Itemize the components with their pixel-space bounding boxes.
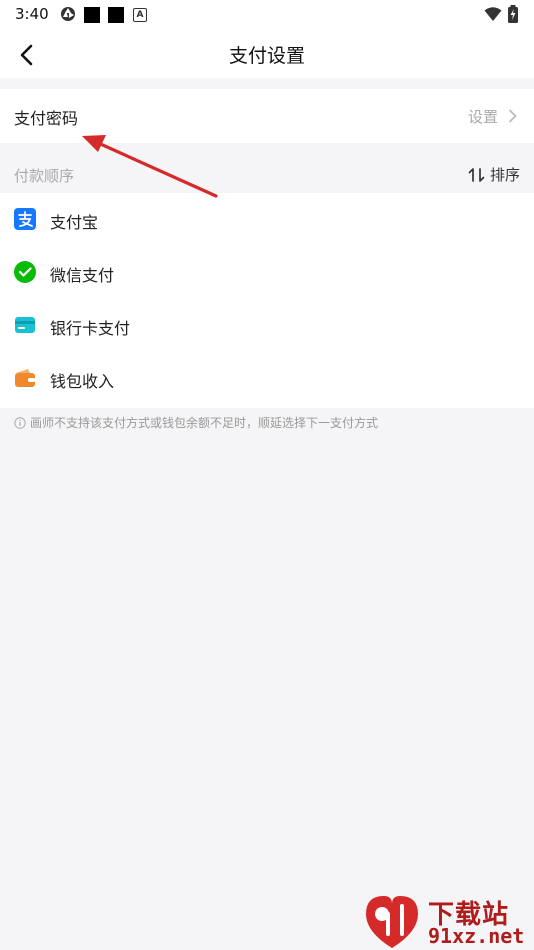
watermark: 下载站 91xz.net xyxy=(362,892,534,950)
status-bar: 3:40 A xyxy=(0,0,534,30)
payment-order-note: 画师不支持该支付方式或钱包余额不足时，顺延选择下一支付方式 xyxy=(14,414,378,431)
payment-order-title: 付款顺序 xyxy=(14,167,75,185)
list-item-label: 微信支付 xyxy=(50,266,115,285)
sort-button[interactable]: 排序 xyxy=(468,164,520,185)
list-item[interactable]: 钱包收入 xyxy=(0,352,534,405)
info-icon xyxy=(14,416,26,429)
list-item-label: 钱包收入 xyxy=(50,372,115,391)
payment-order-header: 付款顺序 排序 xyxy=(0,143,534,193)
sort-icon xyxy=(468,167,485,182)
wifi-icon xyxy=(484,7,502,21)
watermark-logo-icon xyxy=(366,896,418,948)
list-item-label: 支付宝 xyxy=(50,213,99,232)
list-item-label: 银行卡支付 xyxy=(50,319,131,338)
watermark-url: 91xz.net xyxy=(428,924,525,948)
navigation-bar: 支付设置 xyxy=(0,30,534,78)
wallet-icon xyxy=(15,369,35,387)
alipay-icon xyxy=(14,208,36,230)
payment-method-list: 支付宝 微信支付 银行卡支付 钱包收入 xyxy=(0,193,534,408)
battery-icon xyxy=(508,5,518,23)
notification-square-icon xyxy=(84,7,100,23)
list-item[interactable]: 银行卡支付 xyxy=(0,299,534,352)
a-notification-icon: A xyxy=(133,8,147,22)
payment-password-set-link[interactable]: 设置 xyxy=(468,106,498,127)
notification-square-icon xyxy=(108,7,124,23)
status-time: 3:40 xyxy=(15,5,49,23)
note-text: 画师不支持该支付方式或钱包余额不足时，顺延选择下一支付方式 xyxy=(30,416,379,430)
sort-label: 排序 xyxy=(489,166,520,184)
payment-password-row[interactable]: 支付密码 设置 xyxy=(0,89,534,143)
list-item[interactable]: 微信支付 xyxy=(0,246,534,299)
page-title: 支付设置 xyxy=(228,45,305,67)
wechat-pay-icon xyxy=(14,261,36,283)
aperture-icon xyxy=(61,7,75,21)
list-item[interactable]: 支付宝 xyxy=(0,193,534,246)
bank-card-icon xyxy=(15,317,35,333)
chevron-right-icon xyxy=(509,109,517,123)
payment-password-label: 支付密码 xyxy=(14,109,79,128)
